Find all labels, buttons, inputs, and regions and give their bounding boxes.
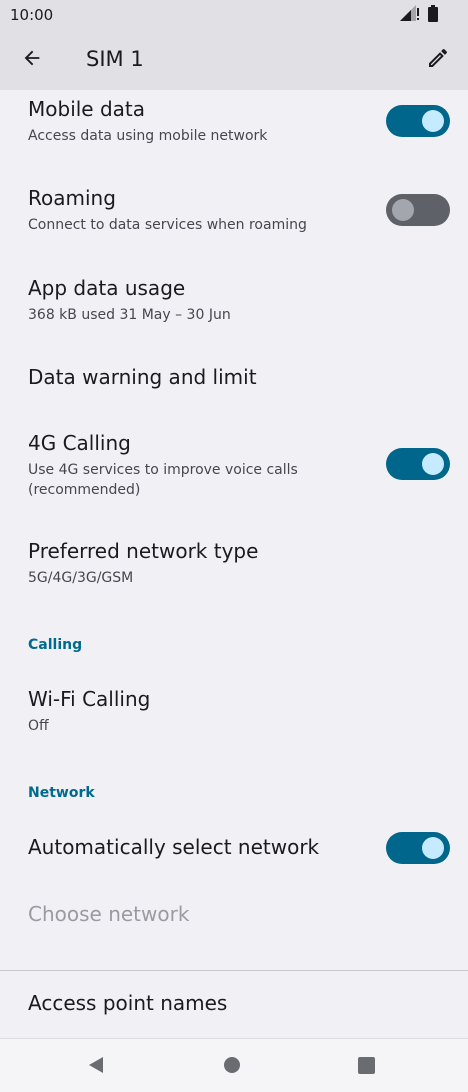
- app-data-usage-subtitle: 368 kB used 31 May – 30 Jun: [28, 307, 231, 323]
- choose-network-title: Choose network: [28, 902, 190, 926]
- auto-network-title: Automatically select network: [28, 835, 320, 859]
- mobile-data-toggle[interactable]: [386, 105, 450, 137]
- pencil-icon: [426, 46, 450, 74]
- roaming-title: Roaming: [28, 186, 116, 210]
- wifi-calling-subtitle: Off: [28, 718, 49, 734]
- 4g-calling-item[interactable]: 4G Calling Use 4G services to improve vo…: [0, 424, 468, 506]
- 4g-calling-title: 4G Calling: [28, 431, 131, 455]
- choose-network-item: Choose network: [0, 890, 468, 942]
- nav-back-button[interactable]: [76, 1047, 116, 1087]
- triangle-back-icon: [87, 1056, 105, 1078]
- square-recents-icon: [357, 1056, 375, 1078]
- status-time: 10:00: [10, 6, 54, 24]
- mobile-data-subtitle: Access data using mobile network: [28, 128, 268, 144]
- app-bar: SIM 1: [0, 30, 468, 90]
- auto-network-item[interactable]: Automatically select network: [0, 820, 468, 876]
- divider: [0, 970, 468, 971]
- navigation-bar: [0, 1038, 468, 1092]
- battery-icon: [428, 4, 438, 26]
- roaming-toggle[interactable]: [386, 194, 450, 226]
- auto-network-toggle[interactable]: [386, 832, 450, 864]
- roaming-item[interactable]: Roaming Connect to data services when ro…: [0, 180, 468, 252]
- page-title: SIM 1: [86, 47, 144, 71]
- wifi-calling-title: Wi-Fi Calling: [28, 687, 151, 711]
- apn-title: Access point names: [28, 991, 228, 1015]
- nav-home-button[interactable]: [212, 1047, 252, 1087]
- wifi-calling-item[interactable]: Wi-Fi Calling Off: [0, 680, 468, 752]
- mobile-data-title: Mobile data: [28, 97, 146, 121]
- toggle-knob: [422, 837, 444, 859]
- status-bar: 10:00: [0, 0, 468, 30]
- toggle-knob: [422, 453, 444, 475]
- app-data-usage-title: App data usage: [28, 276, 186, 300]
- app-data-usage-item[interactable]: App data usage 368 kB used 31 May – 30 J…: [0, 268, 468, 340]
- toggle-knob: [392, 199, 414, 221]
- apn-item[interactable]: Access point names: [0, 978, 468, 1034]
- mobile-data-item[interactable]: Mobile data Access data using mobile net…: [0, 92, 468, 164]
- preferred-network-item[interactable]: Preferred network type 5G/4G/3G/GSM: [0, 532, 468, 604]
- section-header-calling: Calling: [28, 637, 83, 653]
- 4g-calling-subtitle: Use 4G services to improve voice calls (…: [28, 462, 298, 498]
- arrow-left-icon: [21, 47, 43, 73]
- data-warning-item[interactable]: Data warning and limit: [0, 352, 468, 408]
- circle-home-icon: [223, 1056, 241, 1078]
- preferred-network-subtitle: 5G/4G/3G/GSM: [28, 570, 134, 586]
- 4g-calling-toggle[interactable]: [386, 448, 450, 480]
- back-button[interactable]: [10, 38, 54, 82]
- status-icons: [400, 4, 438, 26]
- roaming-subtitle: Connect to data services when roaming: [28, 217, 307, 233]
- preferred-network-title: Preferred network type: [28, 539, 259, 563]
- section-header-network: Network: [28, 785, 95, 801]
- edit-button[interactable]: [416, 38, 460, 82]
- screen: 10:00 SIM 1 Mobile data Access data usin…: [0, 0, 468, 1092]
- toggle-knob: [422, 110, 444, 132]
- signal-icon: [400, 5, 420, 25]
- data-warning-title: Data warning and limit: [28, 365, 257, 389]
- nav-recents-button[interactable]: [346, 1047, 386, 1087]
